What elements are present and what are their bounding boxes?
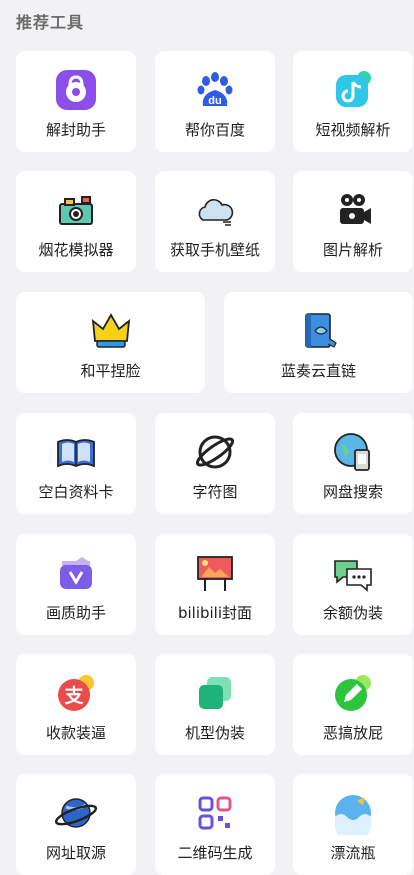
tool-card-payment[interactable]: 支 收款装逼 bbox=[16, 654, 136, 755]
svg-text:du: du bbox=[208, 95, 221, 107]
tool-card-blank-profile[interactable]: 空白资料卡 bbox=[16, 413, 136, 514]
tool-card-image-parse[interactable]: 图片解析 bbox=[293, 171, 413, 272]
tool-card-balance[interactable]: 余额伪装 bbox=[293, 534, 413, 635]
tool-label: bilibili封面 bbox=[177, 604, 253, 622]
tool-label: 网盘搜索 bbox=[322, 483, 383, 501]
tool-card-short-video[interactable]: 短视频解析 bbox=[293, 51, 413, 152]
tool-card-unlock-helper[interactable]: 解封助手 bbox=[16, 51, 136, 152]
wave-icon bbox=[331, 791, 375, 835]
tool-label: 蓝奏云直链 bbox=[280, 362, 356, 380]
tool-card-qrcode[interactable]: 二维码生成 bbox=[155, 774, 275, 875]
tool-label: 机型伪装 bbox=[184, 724, 245, 742]
tool-card-quality[interactable]: 画质助手 bbox=[16, 534, 136, 635]
chat-bubbles-icon bbox=[331, 551, 375, 595]
tool-card-drift-bottle[interactable]: 漂流瓶 bbox=[293, 774, 413, 875]
tool-label: 空白资料卡 bbox=[38, 483, 114, 501]
alipay-icon: 支 bbox=[54, 671, 98, 715]
video-camera-icon bbox=[331, 188, 375, 232]
tool-label: 漂流瓶 bbox=[330, 844, 376, 862]
billboard-icon bbox=[193, 551, 237, 595]
tool-label: 和平捏脸 bbox=[80, 362, 141, 380]
qr-code-icon bbox=[193, 791, 237, 835]
unlock-purple-icon bbox=[54, 68, 98, 112]
tool-label: 画质助手 bbox=[45, 604, 106, 622]
tool-label: 获取手机壁纸 bbox=[169, 241, 260, 259]
open-book-icon bbox=[54, 430, 98, 474]
cloud-icon bbox=[193, 188, 237, 232]
tool-card-baidu[interactable]: du 帮你百度 bbox=[155, 51, 275, 152]
tool-card-fireworks[interactable]: 烟花模拟器 bbox=[16, 171, 136, 272]
tool-card-url-source[interactable]: 网址取源 bbox=[16, 774, 136, 875]
tool-label: 解封助手 bbox=[45, 121, 106, 139]
crown-icon bbox=[89, 309, 133, 353]
tool-label: 恶搞放屁 bbox=[322, 724, 383, 742]
saturn-icon bbox=[54, 791, 98, 835]
globe-phone-icon bbox=[331, 430, 375, 474]
tool-card-lanzou[interactable]: 蓝奏云直链 bbox=[224, 292, 413, 393]
tool-label: 网址取源 bbox=[45, 844, 106, 862]
tiktok-icon bbox=[331, 68, 375, 112]
tools-grid: 解封助手 du 帮你百度 短视频解析 烟花模拟器 获取手机壁纸 图片解析 和平捏… bbox=[0, 0, 414, 875]
green-squares-icon bbox=[193, 671, 237, 715]
tool-label: 收款装逼 bbox=[45, 724, 106, 742]
tool-label: 烟花模拟器 bbox=[38, 241, 114, 259]
tool-card-prank[interactable]: 恶搞放屁 bbox=[293, 654, 413, 755]
tool-card-char-art[interactable]: 字符图 bbox=[155, 413, 275, 514]
tool-card-bilibili-cover[interactable]: bilibili封面 bbox=[155, 534, 275, 635]
blue-book-icon bbox=[297, 309, 341, 353]
tool-label: 二维码生成 bbox=[177, 844, 253, 862]
svg-text:支: 支 bbox=[63, 685, 84, 707]
tool-label: 短视频解析 bbox=[315, 121, 391, 139]
tool-card-wallpaper[interactable]: 获取手机壁纸 bbox=[155, 171, 275, 272]
tool-card-face[interactable]: 和平捏脸 bbox=[16, 292, 205, 393]
camera-icon bbox=[54, 188, 98, 232]
tool-card-netdisk-search[interactable]: 网盘搜索 bbox=[293, 413, 413, 514]
planet-outline-icon bbox=[193, 430, 237, 474]
tool-label: 余额伪装 bbox=[322, 604, 383, 622]
purple-v-icon bbox=[54, 551, 98, 595]
tool-label: 图片解析 bbox=[322, 241, 383, 259]
tool-label: 字符图 bbox=[192, 483, 238, 501]
green-pencil-icon bbox=[331, 671, 375, 715]
tool-label: 帮你百度 bbox=[184, 121, 245, 139]
baidu-paw-icon: du bbox=[193, 68, 237, 112]
tool-card-model[interactable]: 机型伪装 bbox=[155, 654, 275, 755]
